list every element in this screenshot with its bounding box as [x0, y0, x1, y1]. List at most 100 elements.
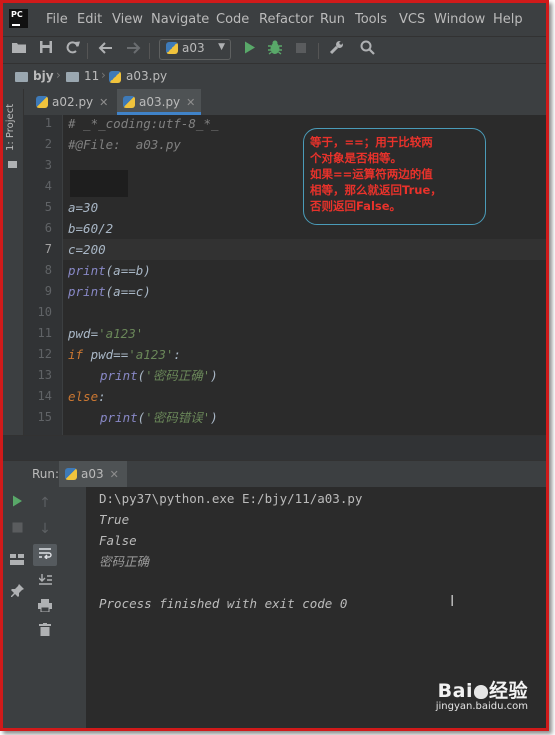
menu-navigate[interactable]: Navigate: [151, 3, 209, 36]
line-number: 12: [37, 347, 52, 361]
text-cursor-icon: I: [450, 592, 455, 610]
forward-arrow-icon[interactable]: [124, 40, 142, 60]
baidu-watermark: Bai 经验 jingyan.baidu.com: [436, 681, 528, 713]
console-line: True: [99, 512, 130, 527]
pin-icon[interactable]: [5, 582, 29, 604]
up-arrow-icon[interactable]: ↑: [33, 492, 57, 514]
builtin-print: print: [68, 284, 106, 299]
builtin-print: print: [100, 368, 138, 383]
line-number: 10: [37, 305, 52, 319]
console-line: Process finished with exit code 0: [99, 596, 348, 611]
code-line-5: a=30: [68, 200, 99, 215]
run-config-select[interactable]: a03 ▼: [159, 39, 231, 60]
save-icon[interactable]: [37, 40, 55, 60]
folder-open-icon[interactable]: [10, 40, 28, 60]
menu-refactor[interactable]: Refactor: [259, 3, 314, 36]
annotation-text: 否则返回False。: [310, 199, 402, 213]
scroll-to-end-icon[interactable]: [33, 571, 57, 593]
keyword: else: [68, 389, 99, 404]
tab-a02[interactable]: a02.py ✕: [30, 89, 114, 115]
debug-icon[interactable]: [266, 40, 284, 60]
back-arrow-icon[interactable]: [96, 40, 114, 60]
line-number: 3: [44, 158, 52, 172]
python-file-icon: [65, 468, 77, 480]
toolbar-separator: [149, 43, 150, 59]
chevron-right-icon: ›: [56, 68, 61, 82]
line-number: 4: [44, 179, 52, 193]
code-paren: ): [210, 410, 218, 425]
annotation-text: 相等，那么就返回True，: [310, 183, 442, 197]
line-number: 14: [37, 389, 52, 403]
tab-a03[interactable]: a03.py ✕: [117, 89, 202, 115]
soft-wrap-icon[interactable]: [33, 544, 57, 566]
close-icon[interactable]: ✕: [186, 96, 195, 109]
toolbar: a03 ▼: [3, 36, 546, 64]
line-number: 6: [44, 221, 52, 235]
python-file-icon: [109, 69, 121, 84]
breadcrumb-item-11[interactable]: 11: [84, 69, 99, 83]
folder-icon: [66, 70, 79, 84]
breadcrumb-item-file[interactable]: a03.py: [126, 69, 167, 83]
chevron-down-icon: ▼: [218, 42, 225, 52]
toolbar-separator: [87, 43, 88, 59]
string-literal: '密码错误': [145, 410, 211, 425]
builtin-print: print: [68, 263, 106, 278]
line-number: 13: [37, 368, 52, 382]
layout-icon[interactable]: [5, 550, 29, 572]
paw-icon: [473, 685, 488, 699]
sync-icon[interactable]: [63, 40, 81, 60]
watermark-url: jingyan.baidu.com: [435, 701, 528, 712]
python-file-icon: [123, 96, 135, 108]
code-line-14: else:: [68, 386, 106, 407]
run-icon[interactable]: [241, 40, 259, 60]
project-tool-button[interactable]: 1: Project: [5, 97, 21, 157]
close-icon[interactable]: ✕: [99, 96, 108, 109]
line-number-gutter: 1 2 3 4 5 6 7 8 9 10 11 12 13 14 15: [24, 115, 63, 435]
rerun-icon[interactable]: [5, 492, 29, 514]
watermark-logo-text: Bai: [437, 680, 473, 702]
run-tab-label: a03: [81, 467, 104, 481]
tool-window-strip: 1: Project: [3, 89, 24, 463]
code-line-15: print('密码错误'): [100, 407, 218, 428]
menu-help[interactable]: Help: [493, 3, 523, 36]
console-line: False: [99, 533, 137, 548]
run-tab-a03[interactable]: a03 ✕: [59, 461, 127, 487]
line-number: 2: [44, 137, 52, 151]
close-icon[interactable]: ✕: [110, 468, 119, 481]
code-line-12: if pwd=='a123':: [68, 344, 181, 365]
pycharm-logo-icon: PC: [9, 9, 28, 28]
code-args: (a==b): [105, 263, 151, 278]
menu-vcs[interactable]: VCS: [399, 3, 425, 36]
code-line-11: pwd='a123': [68, 323, 143, 344]
menu-window[interactable]: Window: [434, 3, 485, 36]
down-arrow-icon[interactable]: ↓: [33, 518, 57, 540]
menu-view[interactable]: View: [112, 3, 143, 36]
menu-code[interactable]: Code: [216, 3, 249, 36]
menu-edit[interactable]: Edit: [77, 3, 102, 36]
code-expr: pwd==: [83, 347, 129, 362]
trash-icon[interactable]: [33, 621, 57, 643]
code-colon: :: [173, 347, 181, 362]
breadcrumb-item-bjy[interactable]: bjy: [33, 69, 54, 83]
line-number: 8: [44, 263, 52, 277]
tab-label: a02.py: [52, 95, 94, 109]
run-config-label: a03: [182, 41, 205, 55]
string-literal: '密码正确': [145, 368, 211, 383]
menu-tools[interactable]: Tools: [355, 3, 387, 36]
redaction-box: [70, 170, 128, 197]
run-actions-right: ↑ ↓: [31, 487, 86, 728]
annotation-callout: 等于，==；用于比较两 个对象是否相等。 如果==运算符两边的值 相等，那么就返…: [303, 128, 486, 225]
tab-label: a03.py: [139, 95, 181, 109]
search-icon[interactable]: [358, 40, 376, 60]
code-line-7: c=200: [68, 242, 106, 257]
stop-icon[interactable]: [292, 40, 310, 60]
code-assign: pwd=: [68, 326, 99, 341]
annotation-text: 等于，==；用于比较两: [310, 135, 433, 149]
folder-icon: [8, 161, 17, 168]
menu-run[interactable]: Run: [320, 3, 345, 36]
print-icon[interactable]: [33, 597, 57, 619]
wrench-icon[interactable]: [327, 40, 345, 60]
menu-file[interactable]: File: [46, 3, 68, 36]
stop-icon[interactable]: [5, 518, 29, 540]
code-line-9: print(a==c): [68, 281, 151, 302]
